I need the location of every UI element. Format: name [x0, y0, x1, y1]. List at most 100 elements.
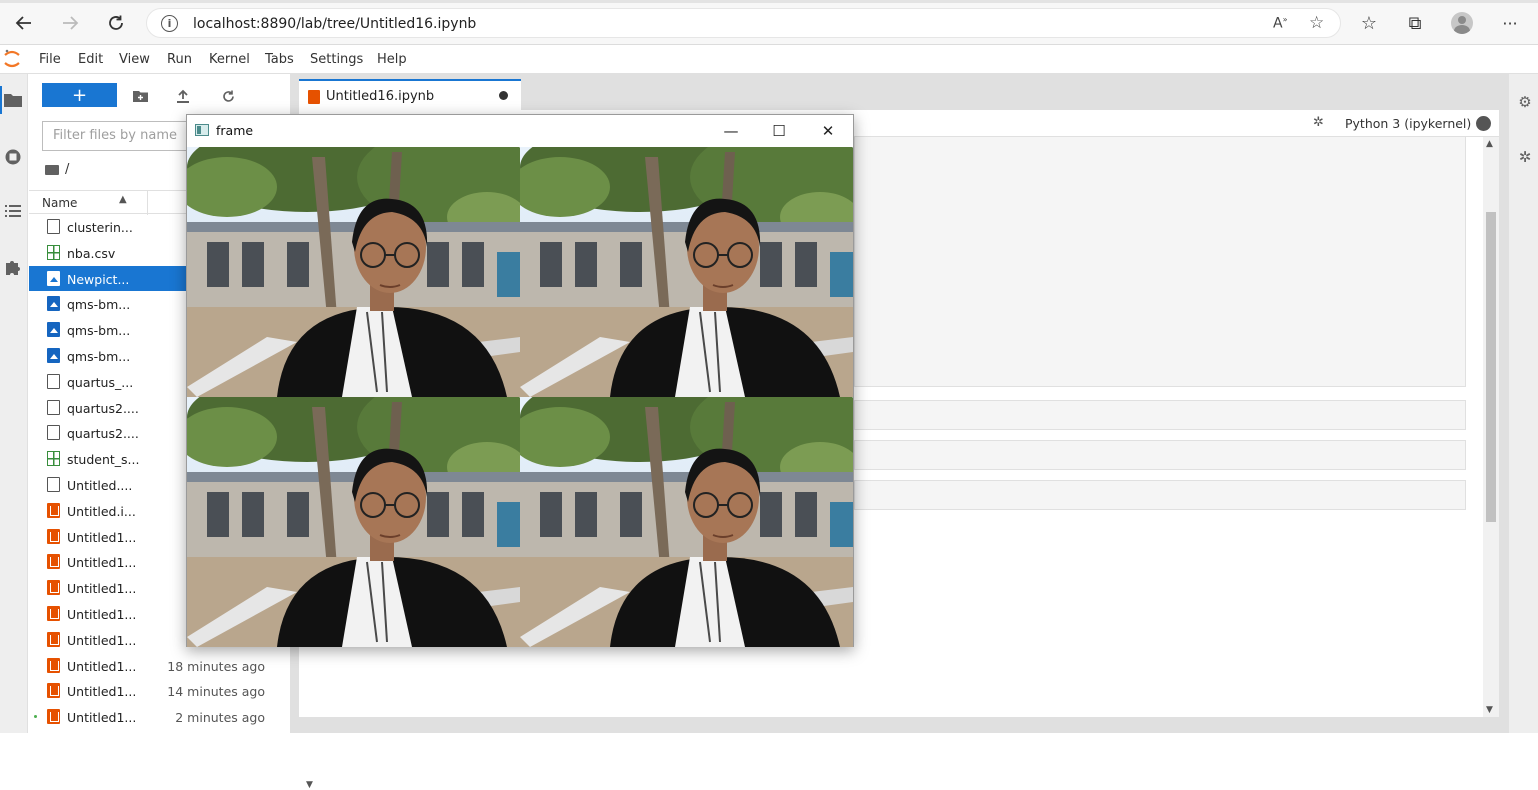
- new-folder-icon[interactable]: [130, 86, 150, 106]
- file-icon: [47, 373, 60, 389]
- profile-avatar[interactable]: [1451, 12, 1473, 34]
- browser-toolbar: i localhost:8890/lab/tree/Untitled16.ipy…: [0, 0, 1538, 45]
- webcam-frame-grid: [187, 147, 853, 647]
- image-icon: [47, 296, 60, 312]
- favorites-icon[interactable]: ☆: [1357, 11, 1381, 35]
- new-launcher-button[interactable]: +: [42, 83, 117, 107]
- read-aloud-icon[interactable]: A»: [1273, 15, 1287, 32]
- breadcrumb[interactable]: /: [45, 162, 69, 177]
- debugger-sidebar-icon[interactable]: ✲: [1515, 147, 1535, 167]
- code-cell[interactable]: [854, 400, 1466, 430]
- tab-title: Untitled16.ipynb: [326, 89, 435, 104]
- add-favorite-icon[interactable]: ☆: [1309, 13, 1324, 33]
- running-sessions-icon[interactable]: [2, 146, 24, 168]
- file-name: Untitled1...: [67, 710, 137, 726]
- webcam-frame-image: [187, 147, 520, 397]
- list-item[interactable]: Untitled1... 18 minutes ago: [29, 653, 279, 679]
- menu-tabs[interactable]: Tabs: [265, 52, 294, 67]
- menu-kernel[interactable]: Kernel: [209, 52, 250, 67]
- scroll-down-icon[interactable]: ▼: [306, 780, 313, 790]
- notebook-icon: [47, 580, 60, 596]
- site-info-icon[interactable]: i: [161, 15, 178, 32]
- image-icon: [47, 347, 60, 363]
- notebook-icon: [47, 528, 60, 544]
- kernel-name[interactable]: Python 3 (ipykernel): [1345, 116, 1471, 131]
- address-bar[interactable]: i localhost:8890/lab/tree/Untitled16.ipy…: [146, 8, 1341, 38]
- url-text: localhost:8890/lab/tree/Untitled16.ipynb: [193, 16, 477, 32]
- kernel-busy-icon: [1476, 116, 1491, 131]
- notebook-icon: [47, 631, 60, 647]
- file-name: Untitled1...: [67, 606, 137, 622]
- folder-icon[interactable]: [2, 89, 24, 111]
- menu-run[interactable]: Run: [167, 52, 192, 67]
- file-icon: [47, 399, 60, 415]
- file-name: Untitled1...: [67, 581, 137, 597]
- code-cell[interactable]: [854, 440, 1466, 470]
- running-indicator-icon: [34, 715, 37, 719]
- arrow-left-icon: [15, 16, 31, 30]
- extensions-icon[interactable]: [2, 256, 24, 278]
- close-button[interactable]: ✕: [813, 119, 843, 143]
- menu-edit[interactable]: Edit: [78, 52, 103, 67]
- webcam-frame-image: [520, 147, 853, 397]
- menu-settings[interactable]: Settings: [310, 52, 363, 67]
- file-name: Newpict...: [67, 271, 130, 287]
- table-of-contents-icon[interactable]: [2, 200, 24, 222]
- breadcrumb-root: /: [65, 162, 70, 177]
- spreadsheet-icon: [47, 244, 60, 260]
- more-options-icon[interactable]: ···: [1498, 11, 1522, 35]
- right-sidebar: ⚙ ✲: [1508, 74, 1538, 733]
- window-titlebar[interactable]: frame — ☐ ✕: [187, 115, 853, 147]
- notebook-icon: [47, 502, 60, 518]
- file-modified: 14 minutes ago: [167, 684, 265, 700]
- arrow-right-icon: [63, 16, 79, 30]
- window-app-icon: [195, 124, 209, 136]
- list-item[interactable]: Untitled1... 2 minutes ago: [29, 704, 279, 730]
- folder-icon: [45, 164, 59, 175]
- scroll-up-icon[interactable]: ▲: [1486, 139, 1493, 149]
- refresh-files-icon[interactable]: [218, 86, 238, 106]
- unsaved-indicator-icon[interactable]: [499, 91, 508, 100]
- forward-button[interactable]: [57, 10, 83, 36]
- file-name: Untitled.i...: [67, 503, 136, 519]
- back-button[interactable]: [11, 10, 37, 36]
- scroll-down-icon[interactable]: ▼: [1486, 705, 1493, 715]
- cell-output-area: [854, 137, 1466, 387]
- maximize-button[interactable]: ☐: [764, 119, 794, 143]
- webcam-frame-image: [187, 397, 520, 647]
- window-title: frame: [216, 123, 254, 138]
- jupyter-logo-icon: [4, 49, 20, 68]
- file-name: quartus2....: [67, 400, 139, 416]
- image-icon: [47, 270, 60, 286]
- upload-icon[interactable]: [173, 86, 193, 106]
- file-name: qms-bm...: [67, 348, 131, 364]
- menu-file[interactable]: File: [39, 52, 61, 67]
- notebook-scrollbar[interactable]: ▲ ▼: [1483, 137, 1499, 717]
- minimize-button[interactable]: —: [716, 119, 746, 143]
- file-name: clusterin...: [67, 220, 133, 235]
- file-name: Untitled....: [67, 477, 133, 493]
- menu-help[interactable]: Help: [377, 52, 407, 67]
- sort-ascending-icon[interactable]: ▲: [119, 194, 127, 205]
- menu-view[interactable]: View: [119, 52, 150, 67]
- scrollbar-thumb[interactable]: [1486, 212, 1496, 522]
- property-inspector-icon[interactable]: ⚙: [1515, 92, 1535, 112]
- file-name: quartus_...: [67, 374, 134, 390]
- column-divider: [147, 191, 148, 215]
- file-name: Untitled1...: [67, 684, 137, 700]
- list-item[interactable]: Untitled1... 14 minutes ago: [29, 678, 279, 704]
- file-name: Untitled1...: [67, 529, 137, 545]
- notebook-icon: [308, 90, 320, 104]
- code-cell[interactable]: [854, 480, 1466, 510]
- spreadsheet-icon: [47, 451, 60, 467]
- opencv-frame-window[interactable]: frame — ☐ ✕: [186, 114, 854, 647]
- browser-tab-strip: [0, 0, 1538, 3]
- file-name: qms-bm...: [67, 297, 131, 313]
- collections-icon[interactable]: ⧉: [1403, 11, 1427, 35]
- notebook-icon: [47, 683, 60, 699]
- tab-notebook[interactable]: Untitled16.ipynb: [299, 79, 521, 110]
- debugger-icon[interactable]: ✲: [1313, 115, 1324, 130]
- column-name[interactable]: Name: [42, 196, 77, 210]
- notebook-icon: [47, 605, 60, 621]
- reload-button[interactable]: [103, 10, 129, 36]
